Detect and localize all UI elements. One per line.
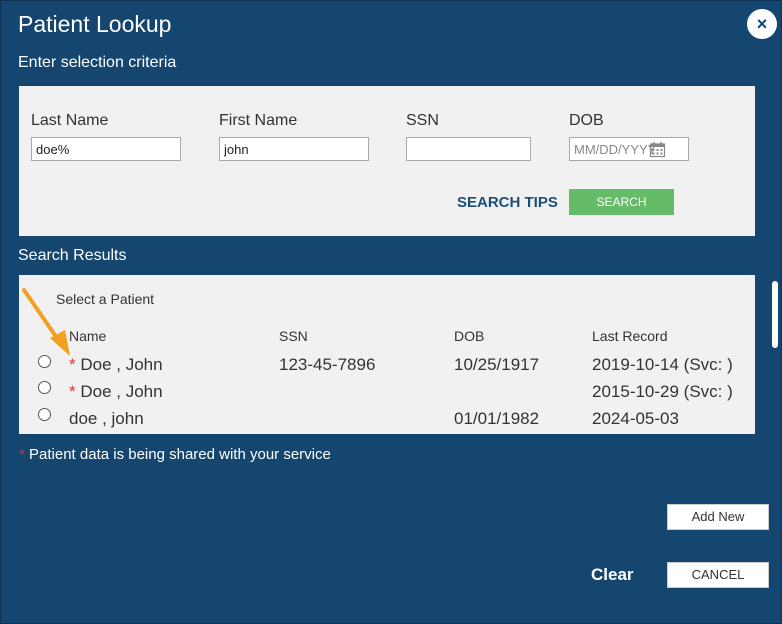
patient-last-record: 2024-05-03	[592, 409, 679, 428]
row-radio-button[interactable]	[38, 408, 51, 421]
patient-last-record: 2015-10-29 (Svc: )	[592, 382, 733, 401]
last-name-label: Last Name	[31, 112, 109, 129]
clear-link[interactable]: Clear	[591, 565, 634, 585]
search-results-heading: Search Results	[18, 247, 127, 264]
search-tips-link[interactable]: SEARCH TIPS	[457, 194, 558, 211]
shared-note-text: Patient data is being shared with your s…	[29, 446, 331, 463]
patient-name: doe , john	[69, 409, 144, 428]
dob-input[interactable]	[569, 137, 689, 161]
search-button[interactable]: SEARCH	[569, 189, 674, 215]
dob-label: DOB	[569, 112, 604, 129]
patient-dob: 01/01/1982	[454, 409, 540, 428]
ssn-input[interactable]	[406, 137, 531, 161]
dialog-title: Patient Lookup	[18, 11, 172, 37]
column-header-dob: DOB	[454, 328, 485, 344]
annotation-arrow-icon	[22, 288, 70, 356]
patient-name: * Doe , John	[69, 355, 163, 375]
calendar-icon[interactable]	[649, 141, 666, 158]
results-panel: Select a Patient Name SSN DOB Last Recor…	[19, 275, 755, 434]
shared-data-note: * Patient data is being shared with your…	[19, 446, 331, 463]
row-radio-button[interactable]	[38, 381, 51, 394]
shared-marker: *	[69, 382, 76, 401]
results-scrollbar[interactable]	[772, 281, 778, 348]
column-header-ssn: SSN	[279, 328, 308, 344]
criteria-heading: Enter selection criteria	[18, 54, 177, 71]
patient-dob: 10/25/1917	[454, 355, 540, 374]
close-icon[interactable]: ×	[747, 9, 777, 39]
patient-name-text: Doe , John	[80, 355, 163, 374]
cancel-button[interactable]: CANCEL	[667, 562, 769, 588]
patient-lookup-dialog: Patient Lookup × Enter selection criteri…	[0, 0, 782, 624]
first-name-input[interactable]	[219, 137, 369, 161]
patient-name: * Doe , John	[69, 382, 163, 402]
criteria-panel: Last Name First Name SSN DOB SEARCH TIPS…	[19, 86, 755, 236]
ssn-label: SSN	[406, 112, 439, 129]
add-new-button[interactable]: Add New	[667, 504, 769, 530]
first-name-label: First Name	[219, 112, 298, 129]
column-header-last-record: Last Record	[592, 328, 668, 344]
patient-name-text: Doe , John	[80, 382, 163, 401]
last-name-input[interactable]	[31, 137, 181, 161]
patient-ssn: 123-45-7896	[279, 355, 376, 374]
shared-marker: *	[19, 446, 25, 463]
patient-last-record: 2019-10-14 (Svc: )	[592, 355, 733, 374]
